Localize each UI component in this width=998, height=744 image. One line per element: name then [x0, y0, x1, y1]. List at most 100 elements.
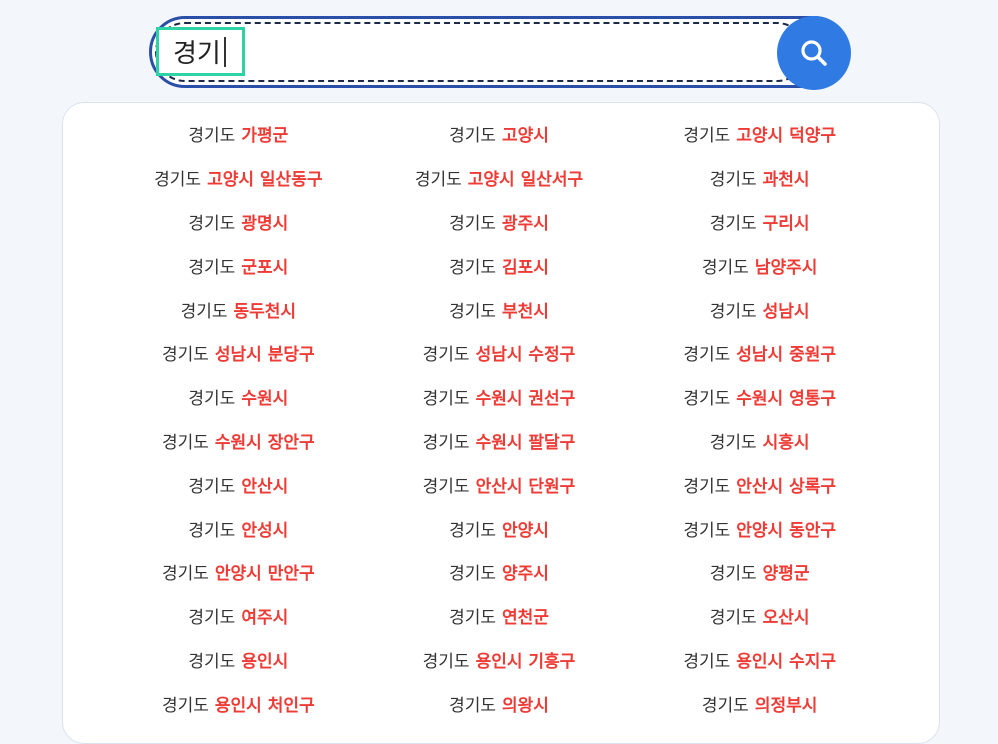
- result-item[interactable]: 경기도 고양시 일산동구: [108, 156, 369, 200]
- text-caret: [223, 36, 226, 67]
- result-province: 경기도: [188, 651, 236, 672]
- result-item[interactable]: 경기도 수원시 장안구: [108, 419, 369, 463]
- result-province: 경기도: [154, 170, 202, 191]
- search-input[interactable]: 경기: [156, 27, 245, 76]
- result-item[interactable]: 경기도 성남시 수정구: [369, 331, 630, 375]
- result-province: 경기도: [449, 564, 496, 585]
- result-item[interactable]: 경기도 군포시: [108, 243, 369, 287]
- result-city: 용인시: [241, 651, 289, 672]
- result-item[interactable]: 경기도 성남시 분당구: [108, 331, 369, 375]
- result-city: 광주시: [501, 213, 549, 234]
- result-province: 경기도: [449, 520, 496, 541]
- result-province: 경기도: [188, 608, 236, 629]
- result-province: 경기도: [709, 213, 757, 234]
- result-item[interactable]: 경기도 안산시 단원구: [369, 462, 630, 506]
- results-grid: 경기도 가평군 경기도 고양시 경기도 고양시 덕양구 경기도 고양시 일산동구 경기도 고양시 …: [108, 112, 890, 725]
- result-item[interactable]: 경기도 성남시: [629, 287, 890, 331]
- result-item[interactable]: 경기도 용인시 처인구: [108, 681, 369, 725]
- result-province: 경기도: [188, 257, 236, 278]
- result-city: 구리시: [762, 213, 810, 234]
- result-province: 경기도: [161, 695, 209, 716]
- result-item[interactable]: 경기도 성남시 중원구: [629, 331, 890, 375]
- result-item[interactable]: 경기도 수원시 권선구: [369, 375, 630, 419]
- result-item[interactable]: 경기도 남양주시: [629, 243, 890, 287]
- result-item[interactable]: 경기도 과천시: [629, 156, 890, 200]
- result-item[interactable]: 경기도 연천군: [369, 594, 630, 638]
- result-city: 양주시: [501, 564, 549, 585]
- result-city: 성남시 분당구: [214, 345, 315, 366]
- result-city: 수원시 장안구: [214, 432, 315, 453]
- result-city: 용인시 처인구: [214, 695, 315, 716]
- result-province: 경기도: [188, 126, 236, 147]
- result-city: 안양시 만안구: [214, 564, 315, 585]
- result-item[interactable]: 경기도 용인시: [108, 638, 369, 682]
- result-item[interactable]: 경기도 안산시 상록구: [629, 462, 890, 506]
- result-city: 오산시: [762, 608, 810, 629]
- result-province: 경기도: [709, 564, 757, 585]
- result-city: 군포시: [241, 257, 289, 278]
- result-province: 경기도: [449, 126, 496, 147]
- result-province: 경기도: [449, 257, 496, 278]
- search-button[interactable]: [777, 16, 851, 90]
- result-province: 경기도: [683, 651, 731, 672]
- result-province: 경기도: [709, 432, 757, 453]
- result-item[interactable]: 경기도 수원시 영통구: [629, 375, 890, 419]
- result-province: 경기도: [701, 695, 749, 716]
- result-item[interactable]: 경기도 구리시: [629, 200, 890, 244]
- result-province: 경기도: [449, 695, 496, 716]
- result-item[interactable]: 경기도 오산시: [629, 594, 890, 638]
- result-item[interactable]: 경기도 여주시: [108, 594, 369, 638]
- result-item[interactable]: 경기도 안양시: [369, 506, 630, 550]
- result-province: 경기도: [422, 432, 470, 453]
- search-bar[interactable]: [149, 16, 850, 88]
- result-city: 고양시 일산동구: [207, 170, 323, 191]
- result-province: 경기도: [422, 389, 470, 410]
- result-city: 수원시: [241, 389, 289, 410]
- result-province: 경기도: [422, 651, 470, 672]
- result-item[interactable]: 경기도 수원시: [108, 375, 369, 419]
- result-item[interactable]: 경기도 양평군: [629, 550, 890, 594]
- result-province: 경기도: [683, 389, 731, 410]
- result-item[interactable]: 경기도 안양시 만안구: [108, 550, 369, 594]
- result-province: 경기도: [161, 432, 209, 453]
- result-city: 과천시: [762, 170, 810, 191]
- result-item[interactable]: 경기도 고양시 덕양구: [629, 112, 890, 156]
- result-item[interactable]: 경기도 부천시: [369, 287, 630, 331]
- result-item[interactable]: 경기도 시흥시: [629, 419, 890, 463]
- result-item[interactable]: 경기도 안산시: [108, 462, 369, 506]
- result-city: 남양주시: [754, 257, 818, 278]
- result-province: 경기도: [683, 126, 731, 147]
- result-item[interactable]: 경기도 고양시: [369, 112, 630, 156]
- result-item[interactable]: 경기도 안성시: [108, 506, 369, 550]
- result-province: 경기도: [422, 476, 470, 497]
- result-item[interactable]: 경기도 의왕시: [369, 681, 630, 725]
- result-province: 경기도: [188, 213, 236, 234]
- result-city: 연천군: [501, 608, 549, 629]
- result-city: 부천시: [501, 301, 549, 322]
- result-item[interactable]: 경기도 안양시 동안구: [629, 506, 890, 550]
- result-province: 경기도: [180, 301, 228, 322]
- result-item[interactable]: 경기도 고양시 일산서구: [369, 156, 630, 200]
- result-item[interactable]: 경기도 용인시 기흥구: [369, 638, 630, 682]
- result-city: 가평군: [241, 126, 289, 147]
- result-item[interactable]: 경기도 광주시: [369, 200, 630, 244]
- result-city: 용인시 기흥구: [475, 651, 576, 672]
- result-city: 양평군: [762, 564, 810, 585]
- result-city: 성남시 중원구: [736, 345, 836, 366]
- result-item[interactable]: 경기도 가평군: [108, 112, 369, 156]
- result-item[interactable]: 경기도 광명시: [108, 200, 369, 244]
- result-city: 수원시 영통구: [736, 389, 836, 410]
- result-province: 경기도: [449, 301, 496, 322]
- result-item[interactable]: 경기도 용인시 수지구: [629, 638, 890, 682]
- result-item[interactable]: 경기도 수원시 팔달구: [369, 419, 630, 463]
- result-city: 여주시: [241, 608, 289, 629]
- result-city: 고양시 덕양구: [736, 126, 836, 147]
- result-province: 경기도: [709, 608, 757, 629]
- result-item[interactable]: 경기도 의정부시: [629, 681, 890, 725]
- result-city: 용인시 수지구: [736, 651, 836, 672]
- result-city: 안양시: [501, 520, 549, 541]
- search-focus-outline: [155, 22, 807, 82]
- result-item[interactable]: 경기도 동두천시: [108, 287, 369, 331]
- result-item[interactable]: 경기도 김포시: [369, 243, 630, 287]
- result-item[interactable]: 경기도 양주시: [369, 550, 630, 594]
